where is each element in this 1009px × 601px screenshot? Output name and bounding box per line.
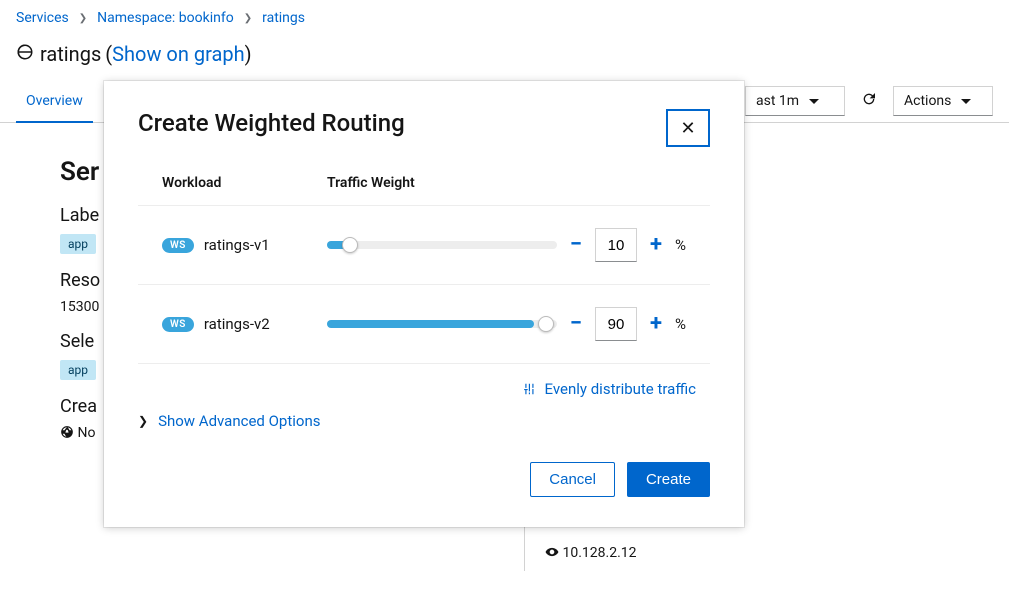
workload-row: WS ratings-v1 − + % [138, 206, 710, 285]
weight-input[interactable] [595, 307, 637, 341]
col-weight-label: Traffic Weight [327, 175, 686, 191]
decrement-button[interactable]: − [567, 234, 585, 256]
close-icon: ✕ [680, 118, 695, 139]
create-button[interactable]: Create [627, 462, 710, 497]
table-header: Workload Traffic Weight [138, 175, 710, 206]
show-advanced-options-link[interactable]: Show Advanced Options [158, 412, 320, 430]
modal-close-button[interactable]: ✕ [666, 109, 710, 147]
workload-name: ratings-v1 [204, 236, 270, 254]
cancel-button[interactable]: Cancel [530, 462, 615, 497]
workload-row: WS ratings-v2 − + % [138, 285, 710, 364]
increment-button[interactable]: + [647, 313, 665, 335]
ws-badge: WS [162, 317, 194, 332]
workload-name: ratings-v2 [204, 315, 270, 333]
create-weighted-routing-modal: Create Weighted Routing ✕ Workload Traff… [104, 81, 744, 527]
sliders-icon [523, 382, 537, 396]
weight-input[interactable] [595, 228, 637, 262]
weight-slider[interactable] [327, 320, 557, 328]
decrement-button[interactable]: − [567, 313, 585, 335]
percent-label: % [675, 315, 686, 333]
chevron-right-icon: ❯ [138, 414, 148, 428]
ws-badge: WS [162, 238, 194, 253]
increment-button[interactable]: + [647, 234, 665, 256]
evenly-label: Evenly distribute traffic [545, 380, 696, 398]
weight-slider[interactable] [327, 241, 557, 249]
col-workload-label: Workload [162, 175, 327, 191]
slider-thumb[interactable] [342, 237, 358, 253]
modal-title: Create Weighted Routing [138, 109, 405, 137]
percent-label: % [675, 236, 686, 254]
evenly-distribute-link[interactable]: Evenly distribute traffic [523, 380, 696, 398]
slider-thumb[interactable] [538, 316, 554, 332]
